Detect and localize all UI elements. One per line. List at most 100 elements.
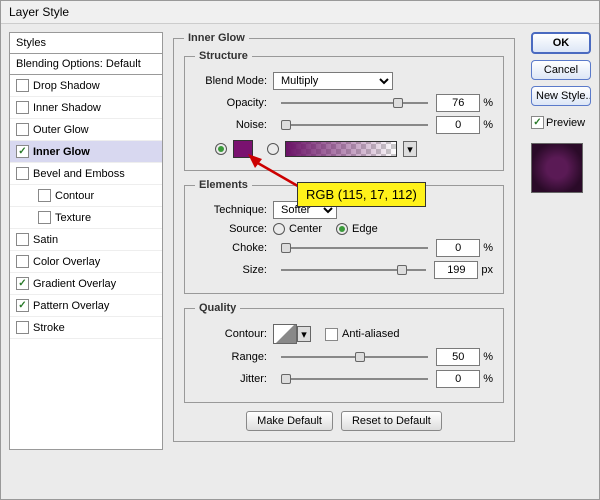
style-item-checkbox[interactable] — [16, 321, 29, 334]
style-item-checkbox[interactable] — [16, 299, 29, 312]
range-label: Range: — [195, 351, 273, 363]
style-item-checkbox[interactable] — [16, 79, 29, 92]
preview-checkbox[interactable] — [531, 116, 544, 129]
size-unit: px — [481, 264, 493, 276]
right-column: OK Cancel New Style... Preview — [531, 32, 591, 450]
jitter-label: Jitter: — [195, 373, 273, 385]
style-item-label: Inner Shadow — [33, 102, 101, 114]
style-item-label: Drop Shadow — [33, 80, 100, 92]
size-slider[interactable] — [281, 263, 426, 277]
styles-header[interactable]: Styles — [10, 33, 162, 54]
style-item-pattern-overlay[interactable]: Pattern Overlay — [10, 295, 162, 317]
inner-glow-fieldset: Inner Glow Structure Blend Mode: Multipl… — [173, 32, 515, 442]
noise-label: Noise: — [195, 119, 273, 131]
style-item-label: Texture — [55, 212, 91, 224]
quality-group: Quality Contour: ▾ Anti-aliased Range: % — [184, 302, 504, 403]
gradient-dropdown-button[interactable]: ▾ — [403, 141, 417, 157]
range-input[interactable] — [436, 348, 480, 366]
glow-color-swatch[interactable] — [233, 140, 253, 158]
style-item-label: Contour — [55, 190, 94, 202]
new-style-button[interactable]: New Style... — [531, 86, 591, 106]
source-edge-label: Edge — [352, 223, 378, 235]
reset-default-button[interactable]: Reset to Default — [341, 411, 442, 431]
style-item-label: Bevel and Emboss — [33, 168, 125, 180]
style-item-checkbox[interactable] — [16, 255, 29, 268]
choke-slider[interactable] — [281, 241, 428, 255]
choke-unit: % — [483, 242, 493, 254]
anti-aliased-checkbox[interactable] — [325, 328, 338, 341]
style-item-label: Pattern Overlay — [33, 300, 109, 312]
opacity-label: Opacity: — [195, 97, 273, 109]
style-item-label: Stroke — [33, 322, 65, 334]
style-item-satin[interactable]: Satin — [10, 229, 162, 251]
contour-dropdown-button[interactable]: ▾ — [297, 326, 311, 342]
annotation-callout: RGB (115, 17, 112) — [297, 182, 426, 207]
structure-legend: Structure — [195, 50, 252, 62]
style-item-inner-shadow[interactable]: Inner Shadow — [10, 97, 162, 119]
range-unit: % — [483, 351, 493, 363]
opacity-slider[interactable] — [281, 96, 428, 110]
choke-input[interactable] — [436, 239, 480, 257]
technique-label: Technique: — [195, 204, 273, 216]
contour-picker[interactable] — [273, 324, 297, 344]
range-slider[interactable] — [281, 350, 428, 364]
style-item-drop-shadow[interactable]: Drop Shadow — [10, 75, 162, 97]
anti-aliased-label: Anti-aliased — [342, 328, 399, 340]
quality-legend: Quality — [195, 302, 240, 314]
style-item-checkbox[interactable] — [16, 101, 29, 114]
style-item-label: Gradient Overlay — [33, 278, 116, 290]
blending-options-row[interactable]: Blending Options: Default — [10, 54, 162, 75]
elements-legend: Elements — [195, 179, 252, 191]
style-item-checkbox[interactable] — [38, 211, 51, 224]
noise-input[interactable] — [436, 116, 480, 134]
glow-color-solid-radio[interactable] — [215, 143, 227, 155]
style-item-checkbox[interactable] — [16, 167, 29, 180]
style-item-contour[interactable]: Contour — [10, 185, 162, 207]
jitter-input[interactable] — [436, 370, 480, 388]
window-title: Layer Style — [1, 1, 599, 24]
inner-glow-legend: Inner Glow — [184, 32, 249, 44]
style-item-checkbox[interactable] — [16, 145, 29, 158]
preview-label: Preview — [546, 117, 585, 129]
jitter-slider[interactable] — [281, 372, 428, 386]
style-item-outer-glow[interactable]: Outer Glow — [10, 119, 162, 141]
blend-mode-select[interactable]: Multiply — [273, 72, 393, 90]
style-item-color-overlay[interactable]: Color Overlay — [10, 251, 162, 273]
cancel-button[interactable]: Cancel — [531, 60, 591, 80]
style-item-checkbox[interactable] — [38, 189, 51, 202]
source-center-label: Center — [289, 223, 322, 235]
opacity-input[interactable] — [436, 94, 480, 112]
style-item-checkbox[interactable] — [16, 277, 29, 290]
noise-unit: % — [483, 119, 493, 131]
source-label: Source: — [195, 223, 273, 235]
glow-color-gradient-radio[interactable] — [267, 143, 279, 155]
structure-group: Structure Blend Mode: Multiply Opacity: … — [184, 50, 504, 171]
main-panel: Inner Glow Structure Blend Mode: Multipl… — [173, 32, 515, 450]
source-edge-radio[interactable] — [336, 223, 348, 235]
jitter-unit: % — [483, 373, 493, 385]
style-item-stroke[interactable]: Stroke — [10, 317, 162, 339]
opacity-unit: % — [483, 97, 493, 109]
contour-label: Contour: — [195, 328, 273, 340]
style-item-texture[interactable]: Texture — [10, 207, 162, 229]
glow-gradient-preview[interactable] — [285, 141, 397, 157]
choke-label: Choke: — [195, 242, 273, 254]
blend-mode-label: Blend Mode: — [195, 75, 273, 87]
style-item-label: Color Overlay — [33, 256, 100, 268]
layer-style-dialog: Layer Style Styles Blending Options: Def… — [0, 0, 600, 500]
style-item-checkbox[interactable] — [16, 123, 29, 136]
make-default-button[interactable]: Make Default — [246, 411, 333, 431]
noise-slider[interactable] — [281, 118, 428, 132]
size-label: Size: — [195, 264, 273, 276]
source-center-radio[interactable] — [273, 223, 285, 235]
style-item-label: Inner Glow — [33, 146, 90, 158]
ok-button[interactable]: OK — [531, 32, 591, 54]
style-item-gradient-overlay[interactable]: Gradient Overlay — [10, 273, 162, 295]
style-item-checkbox[interactable] — [16, 233, 29, 246]
style-item-label: Satin — [33, 234, 58, 246]
style-item-bevel-and-emboss[interactable]: Bevel and Emboss — [10, 163, 162, 185]
style-item-label: Outer Glow — [33, 124, 89, 136]
style-item-inner-glow[interactable]: Inner Glow — [10, 141, 162, 163]
size-input[interactable] — [434, 261, 478, 279]
preview-thumbnail — [531, 143, 583, 193]
